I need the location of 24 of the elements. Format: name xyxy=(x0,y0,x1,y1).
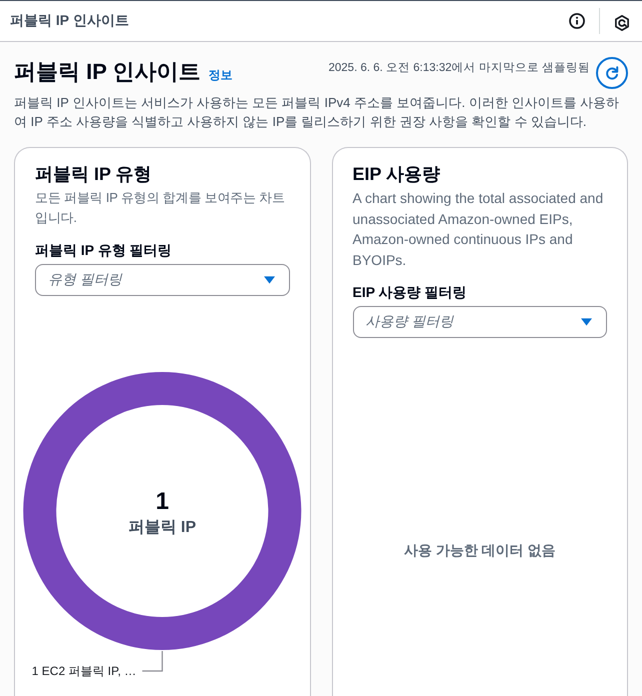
panel-title: 퍼블릭 IP 유형 xyxy=(35,163,153,186)
page-description: 퍼블릭 IP 인사이트는 서비스가 사용하는 모든 퍼블릭 IPv4 주소를 보여줍니다. 이러한 인사이트를 사용하여 IP 주소 사용량을 식별하고 사용하지 않는 IP를 릴리스하기 위한 권장 사항을 확인할 수 있습니다. xyxy=(14,94,620,131)
top-bar-title: 퍼블릭 IP 인사이트 xyxy=(10,12,130,30)
page-title: 퍼블릭 IP 인사이트 xyxy=(14,58,201,86)
slice-label: 1 EC2 퍼블릭 IP, … xyxy=(32,664,136,678)
filter-dropdown[interactable]: 유형 필터링 xyxy=(35,264,290,296)
filter-label: 퍼블릭 IP 유형 필터링 xyxy=(35,241,173,260)
panel-description: 모든 퍼블릭 IP 유형의 합계를 보여주는 차트입니다. xyxy=(35,189,286,227)
empty-state-message: 사용 가능한 데이터 없음 xyxy=(402,541,557,560)
refresh-button[interactable] xyxy=(596,57,628,89)
panel-title: EIP 사용량 xyxy=(352,163,442,186)
refresh-icon xyxy=(603,64,621,82)
caret-icon xyxy=(581,318,592,326)
caret-icon xyxy=(264,276,274,284)
filter-dropdown[interactable]: 사용량 필터링 xyxy=(352,306,607,338)
leader-line xyxy=(142,651,163,672)
hexagon-icon[interactable] xyxy=(614,14,630,30)
filter-label: EIP 사용량 필터링 xyxy=(352,283,468,302)
last-sampled-time: 2025. 6. 6. 오전 6:13:32에서 마지막으로 샘플링됨 xyxy=(328,61,590,76)
center-value: 1 xyxy=(156,488,169,515)
panel-description: A chart showing the total associated and unassociated Amazon-owned EIPs, Amazon-owned continuous IPs and BYOIPs. xyxy=(352,189,604,270)
center-label: 퍼블릭 IP xyxy=(128,519,196,536)
info-link[interactable]: 정보 xyxy=(208,67,233,84)
info-icon[interactable] xyxy=(569,13,585,29)
